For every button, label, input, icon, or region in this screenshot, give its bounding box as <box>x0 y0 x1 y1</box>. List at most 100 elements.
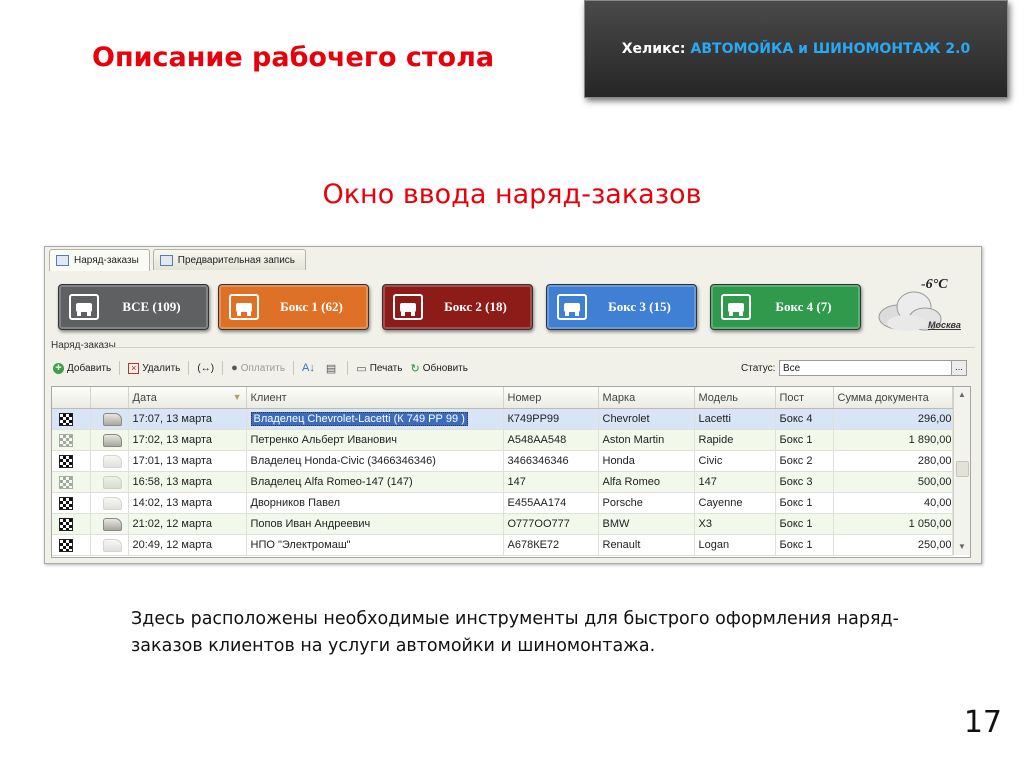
client-cell: Владелец Alfa Romeo-147 (147) <box>246 471 504 493</box>
client-cell: Владелец Honda-Civic (3466346346) <box>246 450 504 472</box>
toolbar-separator <box>222 361 224 375</box>
status-choose-button[interactable]: ... <box>951 360 967 376</box>
status-select[interactable]: Все <box>779 360 963 376</box>
document-icon: ▤ <box>325 362 337 375</box>
print-button[interactable]: ▭ Печать <box>356 362 402 375</box>
table-row[interactable]: 20:49, 12 марта НПО "Электромаш" А678КЕ7… <box>52 534 953 556</box>
sum-cell: 1 050,00 <box>833 513 953 535</box>
scroll-up-icon[interactable]: ▲ <box>954 387 970 403</box>
delete-button[interactable]: × Удалить <box>128 362 180 374</box>
car-icon <box>102 412 122 426</box>
flag-cell <box>52 492 91 514</box>
date-cell: 14:02, 13 марта <box>128 492 247 514</box>
add-button[interactable]: + Добавить <box>53 362 111 374</box>
table-row[interactable]: 14:02, 13 марта Дворников Павел Е455АА17… <box>52 492 953 514</box>
client-cell: Петренко Альберт Иванович <box>246 429 504 451</box>
scroll-down-icon[interactable]: ▼ <box>954 539 970 555</box>
number-cell: А548АА548 <box>503 429 599 451</box>
printer-icon: ▭ <box>356 362 367 375</box>
model-cell: X3 <box>694 513 776 535</box>
table-row[interactable]: 17:07, 13 марта Владелец Chevrolet-Lacet… <box>52 408 953 430</box>
post-cell: Бокс 4 <box>775 408 834 430</box>
post-cell: Бокс 1 <box>775 492 834 514</box>
box-button-label: Бокс 3 (15) <box>608 299 671 314</box>
model-cell: Rapide <box>694 429 776 451</box>
column-header-date[interactable]: Дата ▼ <box>128 387 247 409</box>
column-header-sum[interactable]: Сумма документа <box>833 387 953 409</box>
model-cell: Civic <box>694 450 776 472</box>
sort-button[interactable]: A↓ <box>302 362 318 374</box>
box-button-4[interactable]: Бокс 4 (7) <box>710 284 861 330</box>
checkered-flag-icon <box>59 496 73 510</box>
flag-cell <box>52 429 91 451</box>
column-header-car[interactable] <box>90 387 129 409</box>
car-cell <box>90 471 129 493</box>
column-header-client[interactable]: Клиент <box>246 387 504 409</box>
number-cell: Е455АА174 <box>503 492 599 514</box>
column-header-model[interactable]: Модель <box>694 387 776 409</box>
number-cell: А678КЕ72 <box>503 534 599 556</box>
box-button-all[interactable]: ВСЕ (109) <box>58 284 209 330</box>
orders-tab-icon <box>56 255 69 266</box>
coins-icon: ● <box>231 362 238 374</box>
group-divider <box>109 347 975 348</box>
garage-icon <box>393 294 423 320</box>
refresh-button[interactable]: ↻ Обновить <box>410 362 468 375</box>
delete-icon: × <box>128 362 140 374</box>
column-header-brand[interactable]: Марка <box>598 387 695 409</box>
table-row[interactable]: 21:02, 12 марта Попов Иван Андреевич О77… <box>52 513 953 535</box>
date-cell: 17:01, 13 марта <box>128 450 247 472</box>
flag-cell <box>52 513 91 535</box>
section-title: Окно ввода наряд-заказов <box>322 179 702 210</box>
post-cell: Бокс 1 <box>775 513 834 535</box>
print-button-label: Печать <box>369 362 403 374</box>
box-button-3[interactable]: Бокс 3 (15) <box>546 284 697 330</box>
brand-cell: Aston Martin <box>598 429 695 451</box>
car-cell <box>90 429 129 451</box>
car-icon <box>102 454 122 468</box>
box-button-2[interactable]: Бокс 2 (18) <box>382 284 533 330</box>
table-row[interactable]: 16:58, 13 марта Владелец Alfa Romeo-147 … <box>52 471 953 493</box>
post-cell: Бокс 1 <box>775 429 834 451</box>
flag-cell <box>52 408 91 430</box>
car-icon <box>102 517 122 531</box>
tab-orders[interactable]: Наряд-заказы <box>49 249 150 271</box>
date-cell: 21:02, 12 марта <box>128 513 247 535</box>
car-cell <box>90 492 129 514</box>
table-row[interactable]: 17:02, 13 марта Петренко Альберт Иванови… <box>52 429 953 451</box>
scroll-thumb[interactable] <box>956 461 969 477</box>
garage-icon <box>69 294 99 320</box>
garage-icon <box>557 294 587 320</box>
sum-cell: 500,00 <box>833 471 953 493</box>
box-button-1[interactable]: Бокс 1 (62) <box>218 284 369 330</box>
weather-city-link[interactable]: Москва <box>928 320 961 330</box>
report-button[interactable]: ▤ <box>326 362 339 375</box>
checkered-flag-icon <box>59 433 73 447</box>
car-icon <box>102 475 122 489</box>
date-cell: 17:07, 13 марта <box>128 408 247 430</box>
vertical-scrollbar[interactable]: ▲ ▼ <box>953 387 970 555</box>
table-row[interactable]: 17:01, 13 марта Владелец Honda-Civic (34… <box>52 450 953 472</box>
client-cell[interactable]: Владелец Chevrolet-Lacetti (К 749 РР 99 … <box>246 408 504 430</box>
weather-temperature: -6°С <box>921 277 948 292</box>
booking-tab-icon <box>159 254 173 266</box>
post-cell: Бокс 1 <box>775 534 834 556</box>
table-header-row: Дата ▼ Клиент Номер Марка Модель Пост Сум… <box>52 387 953 409</box>
number-cell: 3466346346 <box>503 450 599 472</box>
sort-filter-icon: ▼ <box>232 391 242 402</box>
column-header-flag[interactable] <box>52 387 91 409</box>
pay-button[interactable]: ● Оплатить <box>231 362 285 374</box>
post-cell: Бокс 2 <box>775 450 834 472</box>
column-header-number[interactable]: Номер <box>503 387 599 409</box>
tab-preliminary-booking[interactable]: Предварительная запись <box>152 249 306 270</box>
toolbar: + Добавить × Удалить (↔) ● Оплатить A↓ ▤… <box>53 359 476 377</box>
orders-grid: Дата ▼ Клиент Номер Марка Модель Пост Сум… <box>51 386 971 558</box>
slide-title: Описание рабочего стола <box>92 42 495 73</box>
model-cell: Logan <box>694 534 776 556</box>
link-button[interactable]: (↔) <box>197 363 214 374</box>
column-header-post[interactable]: Пост <box>775 387 834 409</box>
client-cell: Попов Иван Андреевич <box>246 513 504 535</box>
page-number: 17 <box>963 705 1002 740</box>
car-cell <box>90 450 129 472</box>
refresh-button-label: Обновить <box>422 362 468 374</box>
